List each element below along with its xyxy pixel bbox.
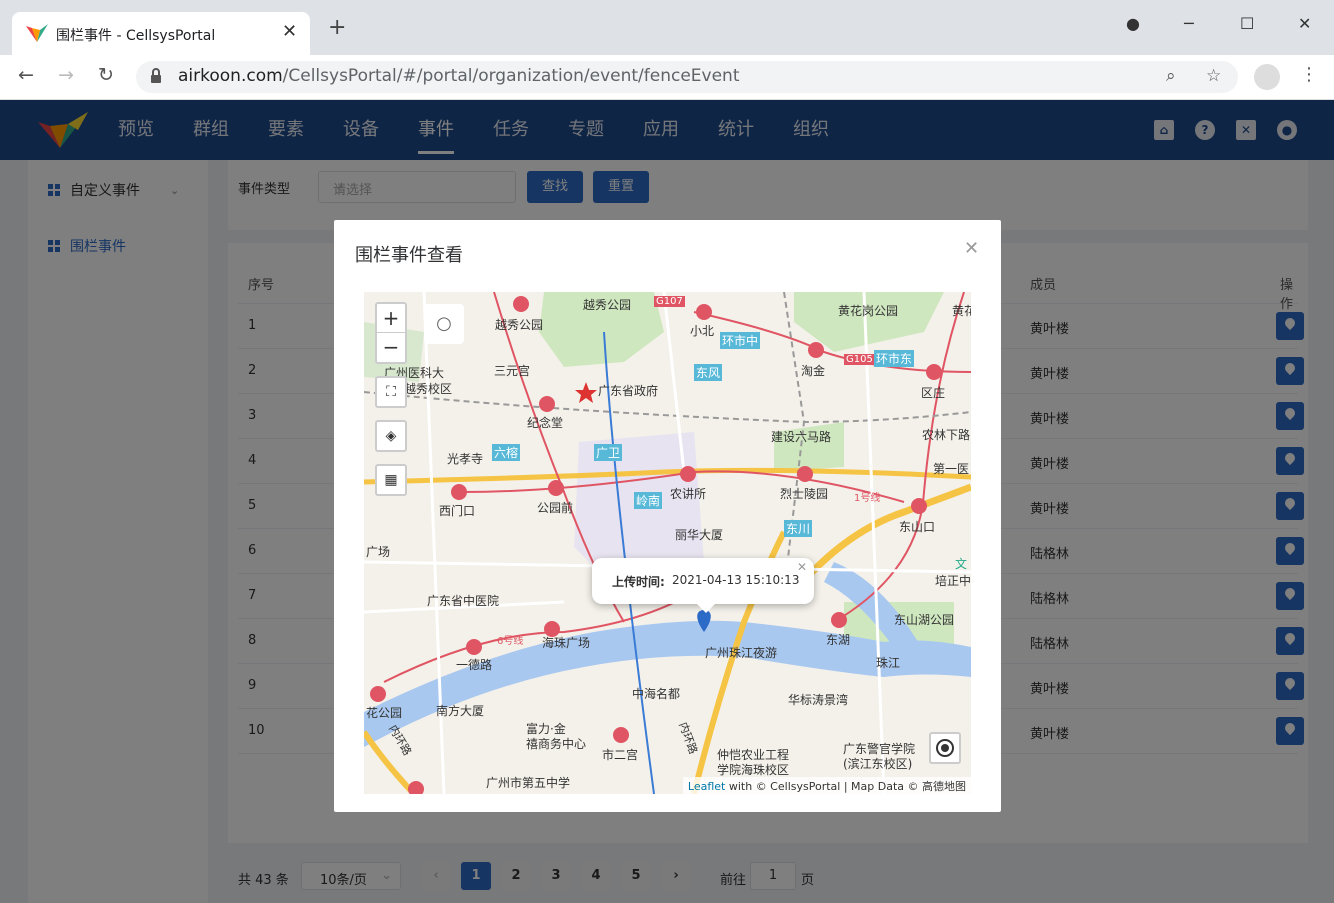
map-label: 丽华大厦 [675, 528, 724, 542]
upload-time-popup: 上传时间: 2021-04-13 15:10:13 ✕ [592, 558, 814, 604]
map-attribution: Leaflet with © CellsysPortal | Map Data … [682, 777, 971, 794]
map-label: 农林下路 [922, 428, 971, 442]
map-label: 六榕 [492, 444, 521, 461]
lock-icon [150, 68, 162, 88]
address-bar-row: ← → ↻ airkoon.com/CellsysPortal/#/portal… [0, 55, 1334, 100]
tab-close-icon[interactable]: ✕ [282, 21, 297, 42]
map-label: 文 [955, 557, 968, 571]
map-label: (滨江东校区) [843, 757, 913, 771]
browser-menu-icon[interactable]: ⋮ [1300, 64, 1318, 85]
window-close-icon[interactable]: ✕ [1298, 14, 1311, 33]
locate-me-icon[interactable] [929, 732, 961, 764]
map-label: 南方大厦 [436, 704, 485, 718]
url-text: airkoon.com/CellsysPortal/#/portal/organ… [178, 66, 740, 86]
zoom-icon[interactable]: ⌕ [1166, 66, 1176, 86]
browser-tab-strip: 围栏事件 - CellsysPortal ✕ + ● ─ ☐ ✕ [0, 0, 1334, 55]
map-label: 越秀公园 [583, 298, 632, 312]
map-label: 市二宫 [602, 748, 639, 762]
map-label: 公园前 [537, 501, 574, 515]
map-label: 东川 [784, 520, 813, 537]
map-label: 环市中 [720, 332, 761, 349]
map-label: 淘金 [801, 364, 826, 378]
map-label: 学院海珠校区 [717, 763, 790, 777]
dialog-title: 围栏事件查看 [355, 245, 463, 266]
app-favicon-icon [26, 24, 48, 46]
popup-close-icon[interactable]: ✕ [797, 560, 807, 574]
map-label: 岭南 [634, 492, 663, 509]
map-label: 广州珠江夜游 [705, 646, 778, 660]
map-label: 东风 [694, 364, 723, 381]
zoom-in-button[interactable]: + [377, 304, 405, 333]
map-label: 西门口 [439, 504, 476, 518]
map-label: 禧商务中心 [526, 737, 587, 751]
map-label: 华标涛景湾 [788, 693, 849, 707]
map-label: 第一医 [933, 462, 970, 476]
map-label: 海珠广场 [542, 636, 591, 650]
map-label: 区庄 [921, 386, 946, 400]
map-label: 珠江 [876, 656, 901, 670]
map-label: 中海名都 [632, 687, 681, 701]
url-host: airkoon.com [178, 66, 283, 86]
map-label: G105 [844, 354, 875, 365]
attribution-text: with © CellsysPortal | Map Data © 高德地图 [725, 780, 966, 793]
map-label: 广场 [366, 545, 391, 559]
dialog-close-icon[interactable]: ✕ [964, 238, 979, 259]
map-label: 越秀公园 [495, 318, 544, 332]
map-label: 越秀校区 [404, 382, 453, 396]
fullscreen-icon[interactable]: ⛶ [375, 376, 407, 408]
url-path: /CellsysPortal/#/portal/organization/eve… [282, 66, 740, 86]
reload-icon[interactable]: ↻ [98, 64, 114, 86]
map-label: 培正中 [935, 574, 971, 588]
profile-avatar-icon[interactable] [1254, 64, 1280, 90]
map-label: 东湖 [826, 633, 851, 647]
minimize-icon[interactable]: ─ [1184, 14, 1194, 33]
map-view[interactable]: 越秀公园 越秀公园 小北 环市中 黄花岗公园 黄花 三元宫 广东省政府 淘金 区… [364, 292, 971, 794]
tab-title: 围栏事件 - CellsysPortal [56, 28, 216, 44]
ruler-icon[interactable]: ▦ [375, 464, 407, 496]
map-label: 东山湖公园 [894, 613, 955, 627]
zoom-control: + − [375, 302, 407, 364]
map-label: 建设六马路 [771, 430, 832, 444]
map-label: 黄花 [952, 304, 971, 318]
map-label: 广州市第五中学 [486, 776, 571, 790]
new-tab-icon[interactable]: + [328, 17, 346, 39]
browser-tab[interactable]: 围栏事件 - CellsysPortal ✕ [12, 12, 310, 55]
zoom-out-button[interactable]: − [377, 333, 405, 362]
map-label: 6号线 [497, 636, 524, 647]
popup-label: 上传时间: [612, 575, 665, 589]
bookmark-star-icon[interactable]: ☆ [1206, 66, 1221, 86]
map-label: 东山口 [899, 520, 936, 534]
map-label: 小北 [690, 324, 715, 338]
forward-arrow-icon[interactable]: → [58, 64, 74, 86]
map-label: G107 [654, 296, 685, 307]
back-arrow-icon[interactable]: ← [18, 64, 34, 86]
fence-event-dialog: 围栏事件查看 ✕ 越秀公园 越秀公园 小北 环市中 黄花岗公园 黄花 三元宫 广… [334, 220, 1001, 812]
popup-time-value: 2021-04-13 15:10:13 [672, 573, 800, 587]
popup-tip [696, 603, 716, 613]
map-label: 黄花岗公园 [838, 304, 899, 318]
map-label: 环市东 [874, 350, 915, 367]
tab-search-icon[interactable]: ● [1126, 14, 1140, 33]
layers-icon[interactable]: ◈ [375, 420, 407, 452]
map-label: 三元宫 [494, 364, 531, 378]
map-label: 烈士陵园 [780, 487, 829, 501]
map-label: 光孝寺 [447, 452, 484, 466]
leaflet-link[interactable]: Leaflet [688, 780, 725, 793]
map-search-icon[interactable]: ○ [424, 304, 464, 344]
map-label: 花公园 [366, 706, 403, 720]
map-label: 1号线 [854, 493, 881, 504]
map-label: 广卫 [594, 444, 623, 461]
url-omnibox[interactable]: airkoon.com/CellsysPortal/#/portal/organ… [136, 61, 1238, 93]
map-label: 广东省政府 [598, 384, 659, 398]
maximize-icon[interactable]: ☐ [1240, 14, 1254, 33]
map-label: 纪念堂 [527, 416, 564, 430]
map-label: 广东省中医院 [427, 594, 500, 608]
map-label: 一德路 [456, 658, 493, 672]
map-label: 农讲所 [670, 487, 707, 501]
